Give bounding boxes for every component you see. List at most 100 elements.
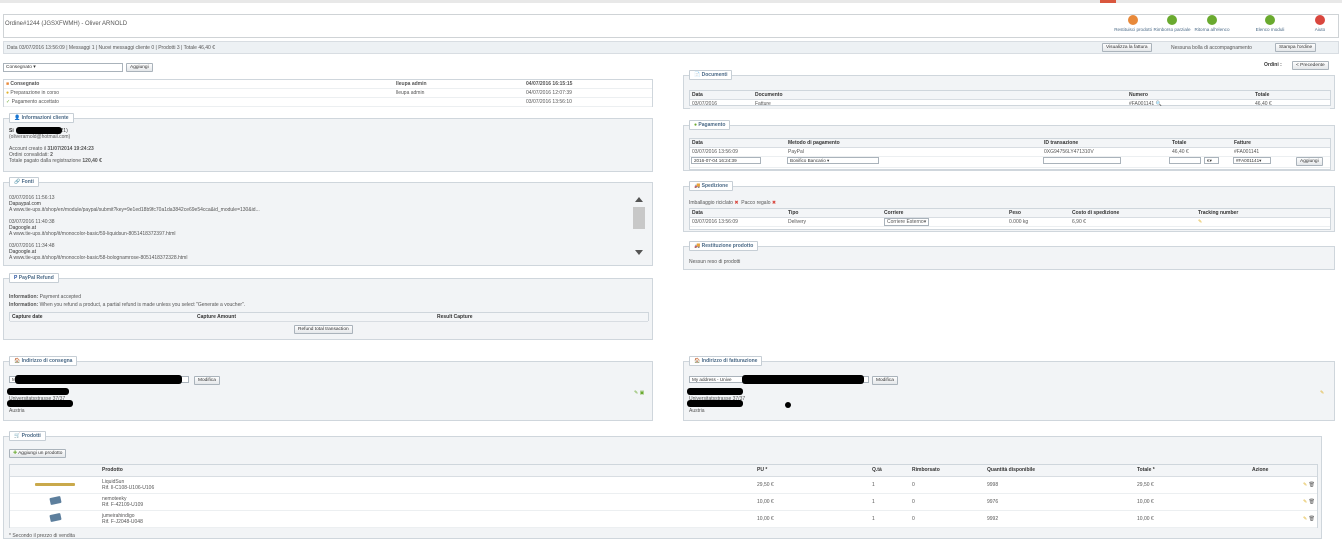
- product-thumbnail: [10, 510, 100, 528]
- invoice-select[interactable]: #FA001141▾: [1233, 157, 1271, 164]
- redaction: [742, 375, 864, 384]
- source-to[interactable]: A www.tie-ups.it/shop/en/module/paypal/s…: [9, 207, 260, 213]
- column-header: Capture Amount: [195, 313, 435, 322]
- partial-refund-button[interactable]: Rimborso parziale: [1152, 15, 1192, 32]
- status-state: ● Preparazione in corso: [4, 88, 394, 98]
- cell: 03/07/2016 13:56:09: [690, 147, 786, 157]
- product-available: 9998: [985, 476, 1135, 494]
- product-total: 10,00 €: [1135, 493, 1250, 511]
- products-table: Prodotto PU * Q.tà Rimborsato Quantità d…: [9, 464, 1318, 528]
- sources-scrollbar[interactable]: [633, 195, 645, 257]
- cell: Fatture: [753, 99, 1127, 109]
- print-order-button[interactable]: Stampa l'ordine: [1275, 43, 1317, 52]
- redaction: [7, 388, 69, 395]
- column-header: Prodotto: [100, 465, 755, 477]
- product-actions[interactable]: ✎ 🗑: [1250, 510, 1317, 528]
- documents-panel: 📄 Documenti Data Documento Numero Totale…: [683, 70, 1335, 109]
- edit-tracking-icon[interactable]: ✎: [1198, 219, 1202, 225]
- product-name: LiquidSun Rif. Il-C108-U106-U106: [100, 476, 755, 494]
- product-refunded: 0: [910, 476, 985, 494]
- source-to[interactable]: A www.tie-ups.it/shop/it/monocolor-basic…: [9, 231, 175, 237]
- product-unit-price: 10,00 €: [755, 510, 870, 528]
- edit-billing-address-button[interactable]: Modifica: [872, 376, 898, 385]
- column-header: Metodo di pagamento: [786, 139, 1042, 148]
- return-products-button[interactable]: Restituisci prodotti: [1113, 15, 1153, 32]
- toolbar-label: Aiuto: [1314, 27, 1326, 32]
- redaction: [15, 375, 182, 384]
- column-header: Numero: [1127, 91, 1253, 100]
- sources-panel: 🔗 Fonti 03/07/2016 11:56:13 Dapaypal.com…: [3, 177, 653, 266]
- previous-order-button[interactable]: < Precedente: [1292, 61, 1329, 70]
- product-thumbnail: [10, 493, 100, 511]
- shipping-address-panel: 🏠 Indirizzo di consegna M Modifica Unive…: [3, 356, 653, 421]
- sources-legend: 🔗 Fonti: [9, 177, 39, 187]
- cell: PayPal: [786, 147, 1042, 157]
- status-row: ✓ Pagamento accettato 03/07/2016 13:56:1…: [4, 97, 652, 107]
- refund-total-button[interactable]: Refund total transaction: [294, 325, 353, 334]
- column-header: ID transazione: [1042, 139, 1170, 148]
- shipping-address-legend: 🏠 Indirizzo di consegna: [9, 356, 78, 366]
- add-product-button[interactable]: ✚ Aggiungi un prodotto: [9, 449, 67, 458]
- transaction-id-input[interactable]: [1043, 157, 1121, 164]
- payment-method-select[interactable]: Bonifico Bancario ▾: [787, 157, 879, 164]
- redaction: [16, 127, 62, 134]
- order-status-select[interactable]: Consegnato ▾: [3, 63, 123, 72]
- source-to[interactable]: A www.tie-ups.it/shop/it/monocolor-basic…: [9, 255, 187, 261]
- paypal-info-1: Information: Payment accepted: [9, 294, 81, 300]
- payment-table: Data Metodo di pagamento ID transazione …: [689, 138, 1331, 170]
- status-row: ● Preparazione in corso lleupa admin 04/…: [4, 88, 652, 98]
- search-icon[interactable]: 🔍: [1156, 101, 1162, 107]
- orders-nav-label: Ordini :: [1264, 62, 1282, 68]
- product-available: 9992: [985, 510, 1135, 528]
- order-summary: Data 03/07/2016 13:56:09 | Messaggi 1 | …: [7, 45, 216, 51]
- edit-icon[interactable]: ✎: [1303, 499, 1307, 505]
- column-header: Rimborsato: [910, 465, 985, 477]
- edit-shipping-address-button[interactable]: Modifica: [194, 376, 220, 385]
- redaction: [7, 400, 73, 407]
- table-row: 03/07/2016 13:56:09 Delivery Corriere Es…: [690, 217, 1330, 227]
- scroll-thumb[interactable]: [633, 207, 645, 229]
- scroll-down-icon[interactable]: [635, 250, 643, 255]
- payment-amount-input[interactable]: [1169, 157, 1201, 164]
- edit-icon[interactable]: ✎: [1303, 482, 1307, 488]
- strip-marker: [1100, 0, 1116, 3]
- redaction: [785, 402, 791, 408]
- delete-icon[interactable]: 🗑: [1309, 516, 1315, 522]
- shipping-legend: 🚚 Spedizione: [689, 181, 734, 191]
- currency-select[interactable]: €▾: [1204, 157, 1219, 164]
- add-status-button[interactable]: Aggiungi: [126, 63, 153, 72]
- product-row: jumeirahindigo Rif. F-J2048-U048 10,00 € …: [10, 510, 1317, 528]
- cell: 03/07/2016 13:56:09: [690, 217, 786, 227]
- toolbar-label: Elenco moduli: [1255, 27, 1285, 32]
- product-unit-price: 29,50 €: [755, 476, 870, 494]
- delete-icon[interactable]: 🗑: [1309, 482, 1315, 488]
- product-qty: 1: [870, 510, 910, 528]
- status-employee: [394, 97, 524, 107]
- carrier-select[interactable]: Corriere Esterno▾: [884, 218, 930, 226]
- delete-icon[interactable]: 🗑: [1309, 499, 1315, 505]
- product-name: nemoteeky Rif. F-42109-U109: [100, 493, 755, 511]
- edit-icon[interactable]: ✎: [1303, 516, 1307, 522]
- cell[interactable]: #FA001141 🔍: [1127, 99, 1253, 109]
- return-products-icon: [1128, 15, 1138, 25]
- back-to-list-button[interactable]: Ritorna all'elenco: [1192, 15, 1232, 32]
- cell[interactable]: Corriere Esterno▾: [882, 217, 1007, 227]
- cell[interactable]: ✎: [1196, 217, 1330, 227]
- add-payment-button[interactable]: Aggiungi: [1296, 157, 1323, 166]
- help-button[interactable]: Aiuto: [1300, 15, 1340, 32]
- view-invoice-button[interactable]: Visualizza la fattura: [1102, 43, 1152, 52]
- customer-info-panel: 👤 Informazioni cliente Si 421) (oliverarn…: [3, 113, 653, 172]
- modules-list-button[interactable]: Elenco moduli: [1250, 15, 1290, 32]
- page-title: Ordine#1244 (JGSXFWMH) - Oliver ARNOLD: [5, 21, 128, 27]
- product-actions[interactable]: ✎ 🗑: [1250, 493, 1317, 511]
- product-actions[interactable]: ✎ 🗑: [1250, 476, 1317, 494]
- redaction: [687, 400, 743, 407]
- scroll-up-icon[interactable]: [635, 197, 643, 202]
- column-header: Tracking number: [1196, 209, 1330, 218]
- edit-icon[interactable]: ✎: [1320, 390, 1324, 396]
- product-qty: 1: [870, 493, 910, 511]
- payment-date-input[interactable]: 2016-07-04 16:24:39: [691, 157, 761, 164]
- map-icon[interactable]: ✎ ▣: [634, 390, 644, 396]
- product-refunded: 0: [910, 493, 985, 511]
- column-header: PU *: [755, 465, 870, 477]
